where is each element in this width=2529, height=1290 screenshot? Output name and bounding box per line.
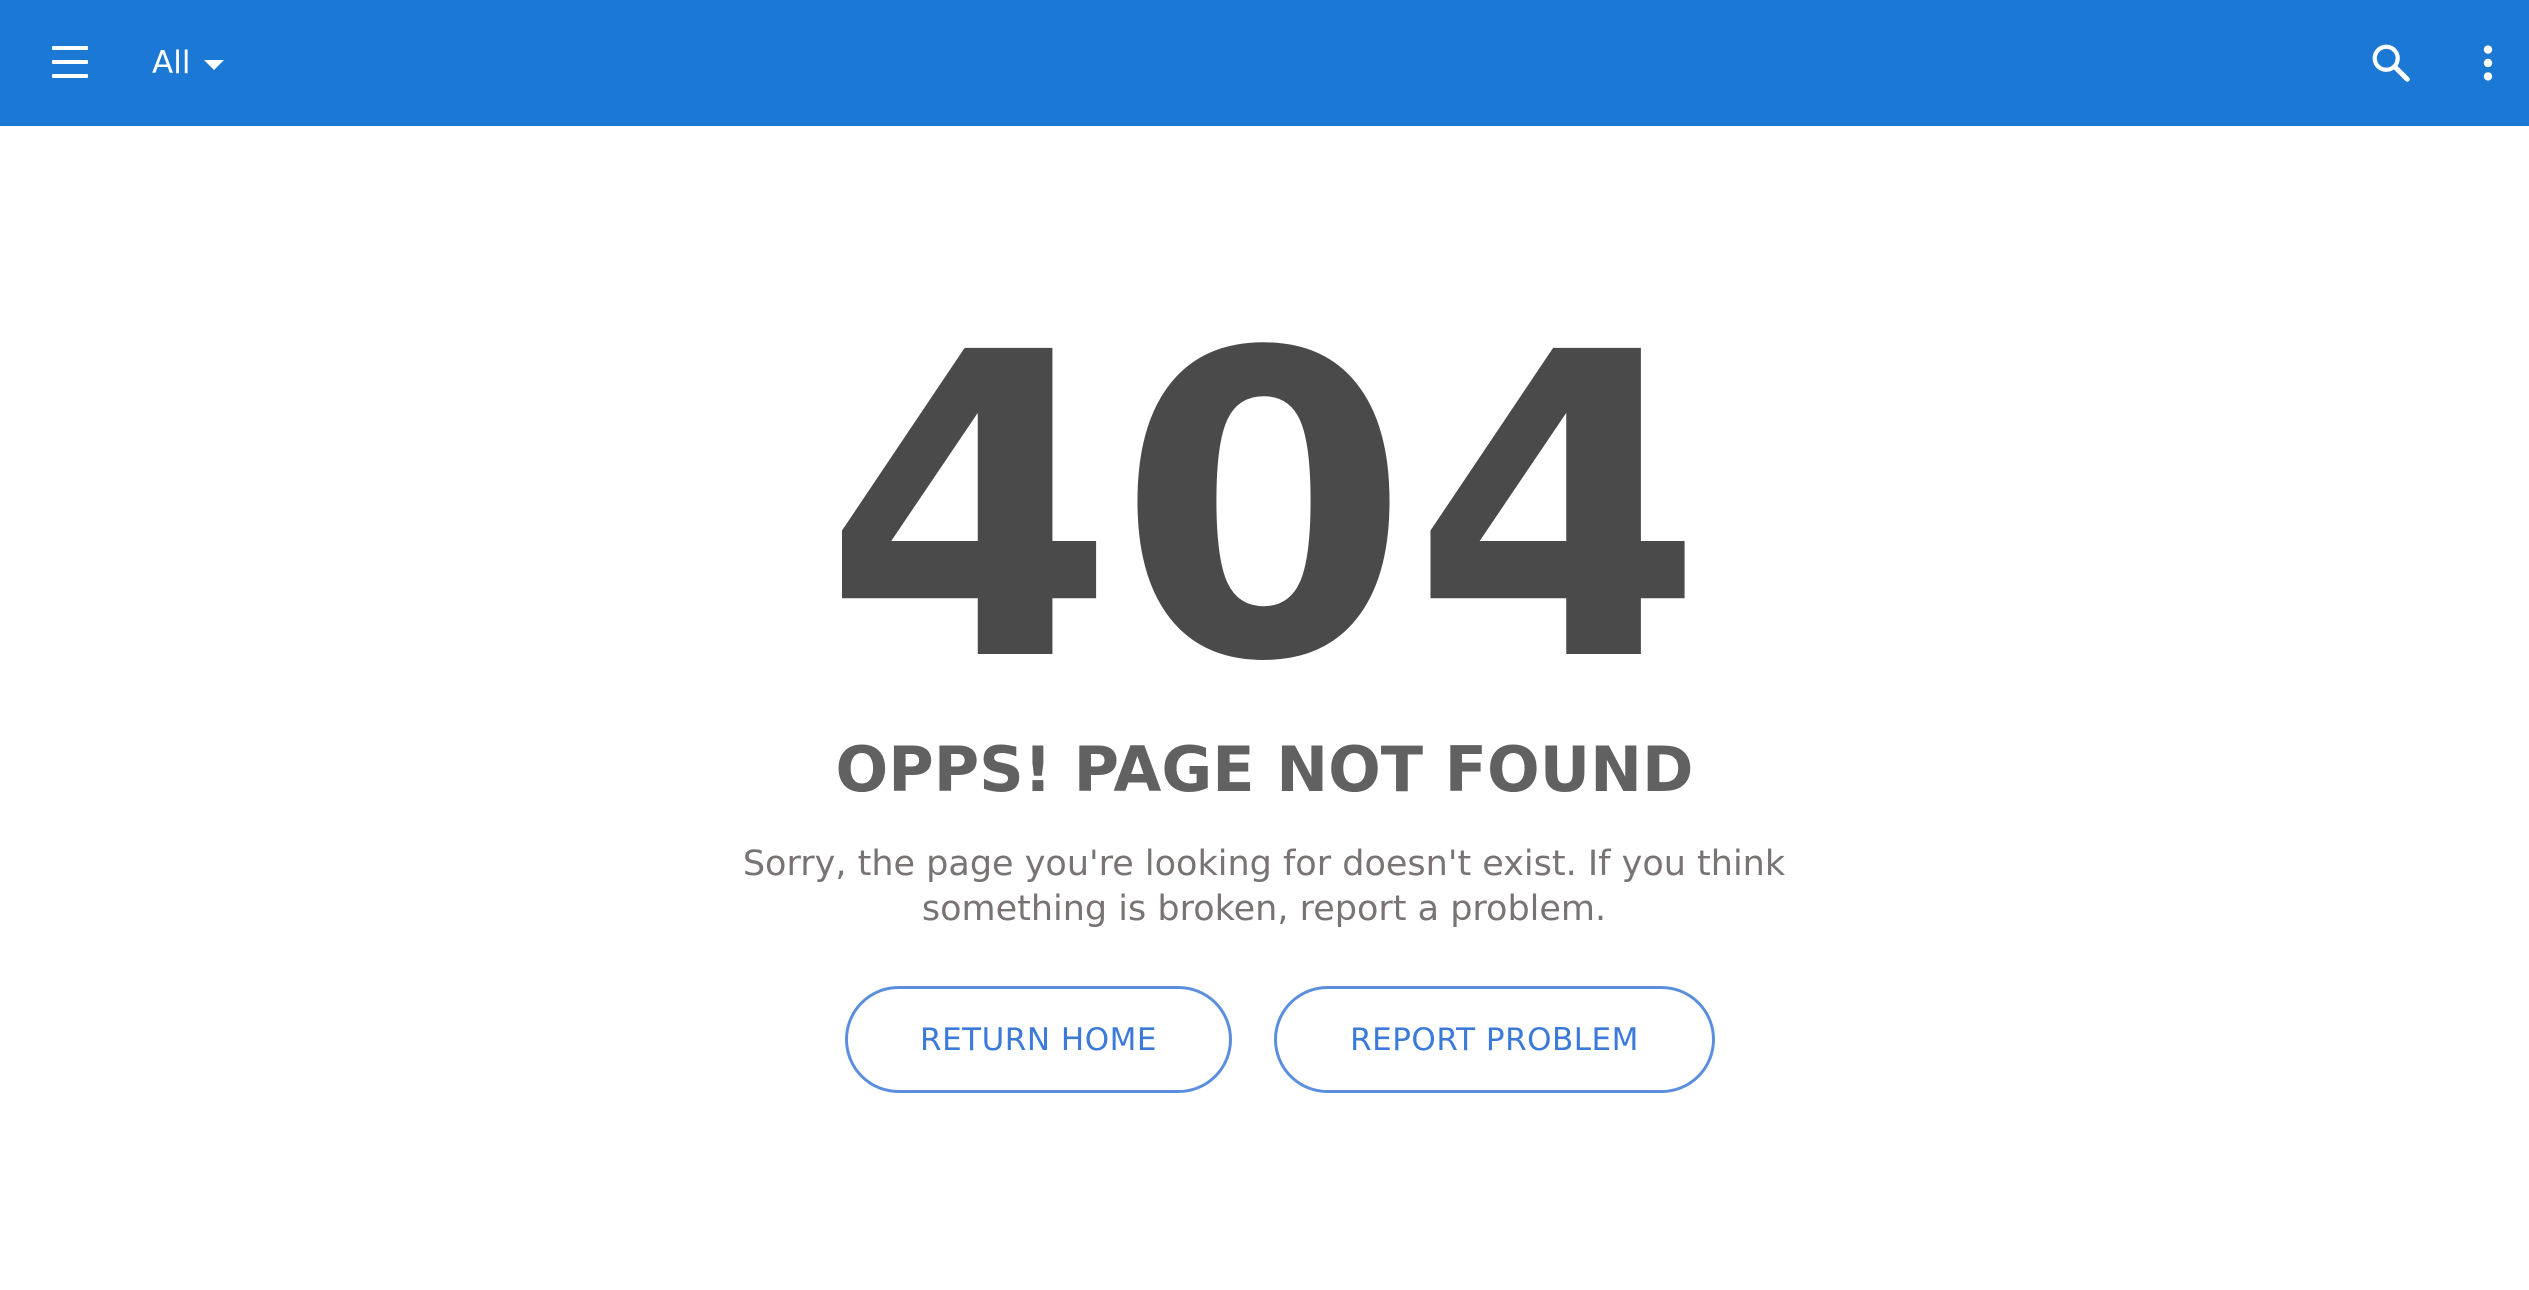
hamburger-menu-icon-line [52,74,88,78]
filter-dropdown[interactable]: All [152,38,225,88]
hamburger-menu-icon-line [52,46,88,50]
error-title: OPPS! PAGE NOT FOUND [835,733,1694,806]
menu-button[interactable] [50,42,90,82]
top-app-bar: All [0,0,2529,126]
more-vertical-icon [2483,45,2493,81]
return-home-button[interactable]: RETURN HOME [845,986,1232,1093]
hamburger-menu-icon-line [52,60,88,64]
report-problem-button-label: REPORT PROBLEM [1350,1021,1639,1058]
chevron-down-icon [204,60,225,70]
return-home-button-label: RETURN HOME [920,1021,1157,1058]
more-options-button[interactable] [2470,40,2506,86]
search-button[interactable] [2368,40,2414,86]
search-icon [2372,44,2410,82]
error-code: 404 [823,265,1706,754]
report-problem-button[interactable]: REPORT PROBLEM [1274,986,1715,1093]
filter-dropdown-label: All [152,45,191,81]
error-message: Sorry, the page you're looking for doesn… [742,844,1786,929]
